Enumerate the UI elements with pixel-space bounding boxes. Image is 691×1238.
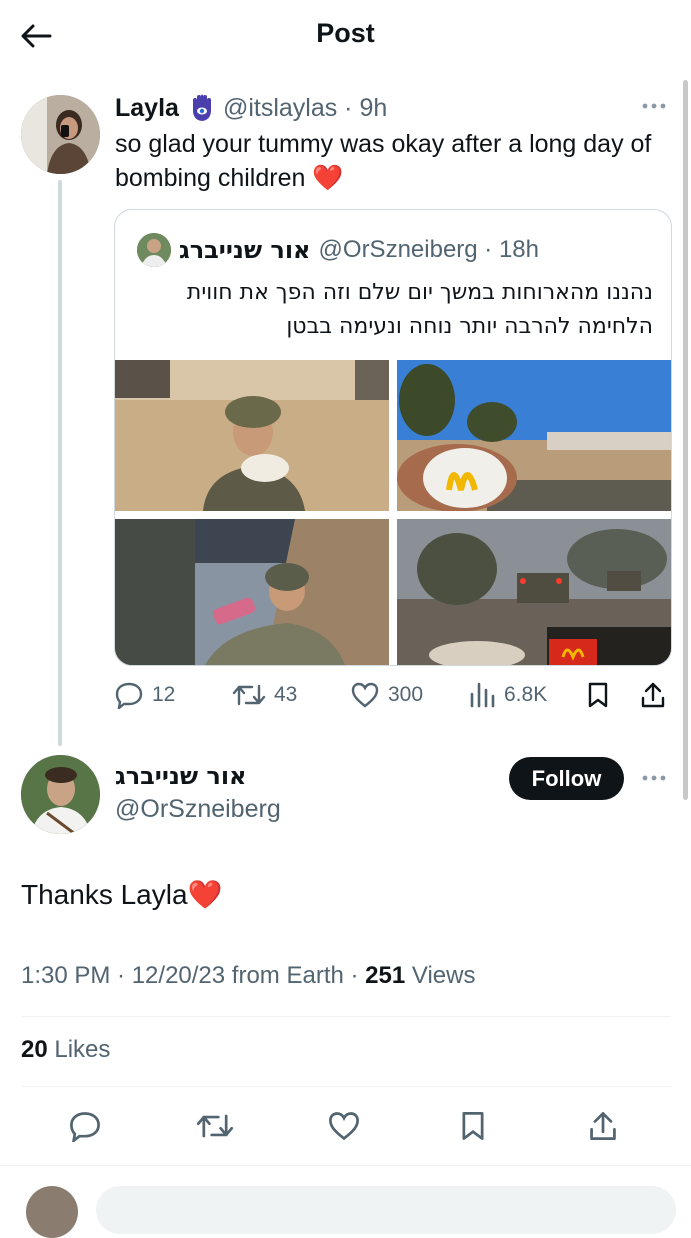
reply-button[interactable] [63,1104,107,1148]
views-label: Views [405,962,476,989]
more-icon [642,103,666,109]
heart-icon [329,1112,359,1141]
hamsa-icon [189,94,215,122]
quote-time: 18h [498,236,539,263]
retweet-icon [196,1114,234,1138]
like-button[interactable]: 300 [350,675,423,715]
reply-input[interactable] [96,1186,676,1234]
dot-separator: · [337,93,360,122]
views-count: 6.8K [504,683,548,706]
photo-4[interactable] [397,519,671,665]
divider [0,1165,691,1166]
author-handle[interactable]: @itslaylas [223,94,337,123]
quote-text: נהננו מהארוחות במשך יום שלם וזה הפך את ח… [133,276,653,344]
quote-author-name: אור שנייברג [179,236,311,264]
reply-text: Thanks Layla ❤️ [21,878,222,911]
quoted-tweet[interactable]: אור שנייברג @OrSzneiberg · 18h נהננו מהא… [114,209,672,666]
likes-summary[interactable]: 20 Likes [21,1036,110,1064]
more-icon [642,775,666,781]
more-button[interactable] [634,96,674,116]
top-bar: Post [0,0,691,72]
quote-avatar [137,233,171,267]
divider [21,1086,671,1087]
bookmark-button[interactable] [586,675,610,715]
share-icon [641,682,665,708]
tweet-actions: 12 43 300 6.8K [114,675,674,715]
like-button[interactable] [322,1104,366,1148]
retweet-count: 43 [274,683,298,706]
share-button[interactable] [581,1104,625,1148]
tweet-text: so glad your tummy was okay after a long… [115,127,675,195]
retweet-icon [232,684,266,706]
reply-count: 12 [152,683,176,706]
photo-2[interactable] [397,360,671,511]
bookmark-button[interactable] [451,1104,495,1148]
dot-separator: · [477,236,499,263]
quote-header: אור שנייברג @OrSzneiberg · 18h [137,232,539,268]
retweet-button[interactable]: 43 [232,675,297,715]
like-count: 300 [388,683,424,706]
tweet-body: so glad your tummy was okay after a long… [115,130,652,192]
scrollbar[interactable] [683,80,688,800]
thread-line [58,180,62,746]
author-name[interactable]: Layla [115,94,179,123]
heart-icon [351,682,379,708]
avatar-image [21,755,100,834]
heart-emoji: ❤️ [187,879,223,910]
avatar[interactable] [26,1186,78,1238]
views-button[interactable]: 6.8K [468,675,547,715]
quote-text-line: הלחימה להרבה יותר נוחה ונעימה בבטן [286,314,653,339]
media-grid [115,360,671,665]
heart-emoji: ❤️ [312,164,344,192]
post-meta: 1:30 PM · 12/20/23 from Earth · 251 View… [21,962,475,990]
avatar-image [21,95,100,174]
photo-3[interactable] [115,519,389,665]
reply-author-handle[interactable]: @OrSzneiberg [115,795,281,824]
avatar[interactable] [21,95,100,174]
bookmark-icon [588,682,608,708]
share-icon [590,1112,616,1140]
follow-button[interactable]: Follow [509,757,624,800]
reply-icon [115,682,143,709]
post-timestamp[interactable]: 1:30 PM · 12/20/23 from Earth · [21,962,365,989]
reply-button[interactable]: 12 [114,675,175,715]
more-button[interactable] [634,768,674,788]
tweet-time[interactable]: 9h [359,94,387,123]
divider [21,1016,671,1017]
views-count: 251 [365,962,406,989]
views-icon [470,682,495,708]
quote-author-handle: @OrSzneiberg [318,236,478,263]
reply-icon [70,1112,100,1142]
likes-count: 20 [21,1036,48,1063]
bookmark-icon [462,1112,484,1140]
reply-author-name[interactable]: אור שנייברג [115,762,247,790]
reply-body: Thanks Layla [21,878,188,910]
post-actions [21,1104,671,1148]
avatar[interactable] [21,755,100,834]
retweet-button[interactable] [193,1104,237,1148]
share-button[interactable] [639,675,667,715]
likes-label: Likes [47,1036,111,1063]
tweet-header: Layla @itslaylas · 9h [115,90,387,126]
page-title: Post [316,18,375,48]
quote-text-line: נהננו מהארוחות במשך יום שלם וזה הפך את ח… [186,280,653,305]
photo-1[interactable] [115,360,389,511]
